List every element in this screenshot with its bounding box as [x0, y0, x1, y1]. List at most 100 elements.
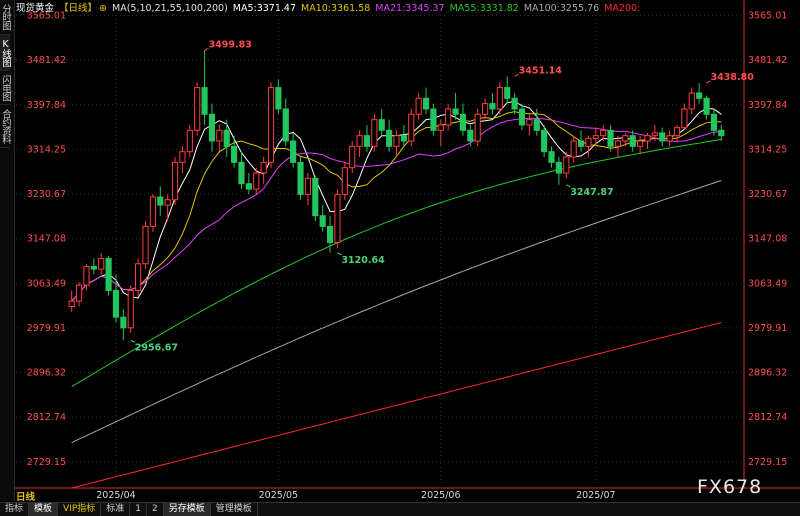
tab-indicator[interactable]: 指标: [0, 503, 29, 516]
y-tick-label-right: 2979.91: [748, 323, 787, 334]
candle: [305, 173, 310, 205]
candle: [438, 120, 443, 147]
candle: [468, 125, 473, 146]
candle: [689, 88, 694, 115]
tab-1[interactable]: 1: [130, 503, 147, 516]
annotation-label: 2956.67: [135, 342, 178, 353]
candlestick-chart[interactable]: 3499.83 2956.67 3451.14 3120.64 3247.87 3438.…: [0, 0, 800, 515]
period-label: 日线: [16, 489, 35, 503]
ma55-value: MA55:3331.82: [450, 3, 519, 14]
candle: [150, 194, 155, 231]
period-tag: 【日线】: [59, 3, 97, 14]
candle: [350, 141, 355, 173]
annotation-label: 3247.87: [570, 187, 613, 198]
candle: [453, 93, 458, 120]
ma-label: MA(5,10,21,55,100,200): [112, 3, 228, 14]
ma21-value: MA21:3345.37: [375, 3, 444, 14]
tab-template[interactable]: 模板: [29, 503, 58, 516]
candle: [136, 258, 141, 295]
candle: [446, 104, 451, 131]
candle: [704, 96, 709, 120]
y-tick-label-left: 2729.15: [27, 457, 66, 468]
candle: [578, 130, 583, 151]
y-tick-label-right: 2812.74: [748, 412, 787, 423]
sidebar-item-contract[interactable]: 合约资料: [0, 105, 10, 148]
x-tick-label: 2025/05: [259, 490, 298, 501]
candle: [232, 136, 237, 168]
candle: [195, 82, 200, 135]
candle: [519, 104, 524, 131]
candle: [291, 133, 296, 168]
settings-icon[interactable]: ⊕: [99, 3, 107, 14]
y-tick-label-right: 3397.84: [748, 100, 787, 111]
annotation-label: 3120.64: [341, 255, 385, 266]
x-tick-label: 2025/07: [576, 490, 615, 501]
annotation-label: 3499.83: [209, 39, 252, 50]
candle: [416, 93, 421, 120]
bottom-toolbar: 指标模板VIP指标标准12另存模板管理模板: [0, 502, 800, 516]
candle: [357, 130, 362, 157]
candle: [313, 176, 318, 221]
sidebar-item-timeshare[interactable]: 分时图: [0, 0, 10, 35]
y-tick-label-left: 3230.67: [27, 189, 66, 200]
candle: [431, 104, 436, 136]
tab-2[interactable]: 2: [147, 503, 164, 516]
ma5-value: MA5:3371.47: [233, 3, 296, 14]
candle: [379, 109, 384, 136]
candle: [298, 157, 303, 200]
candle: [401, 125, 406, 146]
ma100-value: MA100:3255.76: [524, 3, 599, 14]
candle: [239, 152, 244, 189]
y-tick-label-left: 3063.49: [27, 278, 66, 289]
candle: [372, 114, 377, 151]
candle: [593, 128, 598, 147]
save-template-button[interactable]: 另存模板: [164, 503, 211, 516]
fx678-watermark: FX678: [697, 476, 762, 498]
candle: [667, 130, 672, 146]
annotation-label: 3438.80: [711, 72, 755, 83]
y-tick-label-left: 2896.32: [27, 368, 66, 379]
left-sidebar: 分时图 K线图 闪电图 合约资料: [0, 0, 15, 501]
candle: [512, 93, 517, 114]
candle: [143, 221, 148, 269]
candle: [505, 76, 510, 103]
y-tick-label-right: 3481.42: [748, 55, 787, 66]
candle: [76, 282, 81, 306]
candle: [571, 136, 576, 163]
y-tick-label-right: 3147.08: [748, 234, 787, 245]
candle: [172, 157, 177, 205]
manage-template-button[interactable]: 管理模板: [211, 503, 258, 516]
candle: [217, 125, 222, 152]
y-tick-label-left: 3397.84: [27, 100, 66, 111]
instrument-name: 现货黄金: [16, 3, 54, 14]
y-tick-label-left: 3481.42: [27, 55, 66, 66]
candle: [475, 109, 480, 146]
y-tick-label-left: 3147.08: [27, 234, 66, 245]
candle: [113, 274, 118, 322]
candle: [158, 186, 163, 215]
candle: [180, 146, 185, 173]
candle: [586, 136, 591, 157]
chart-header: 现货黄金【日线】⊕ MA(5,10,21,55,100,200) MA5:3371.…: [16, 2, 645, 16]
sidebar-item-flash[interactable]: 闪电图: [0, 71, 10, 106]
candle: [534, 109, 539, 136]
y-tick-label-left: 3314.25: [27, 144, 66, 155]
candle: [165, 194, 170, 221]
candle: [69, 290, 74, 311]
candle: [645, 133, 650, 149]
y-tick-label-right: 3565.01: [748, 11, 787, 22]
ma200-value: MA200:: [604, 3, 640, 14]
x-tick-label: 2025/06: [421, 490, 460, 501]
y-tick-label-left: 2979.91: [27, 323, 66, 334]
tab-vip-indicator[interactable]: VIP指标: [58, 503, 101, 516]
candle: [91, 258, 96, 274]
candle: [283, 98, 288, 146]
candle: [364, 125, 369, 152]
sidebar-item-kline[interactable]: K线图: [0, 35, 10, 71]
candle: [261, 157, 266, 184]
x-tick-label: 2025/04: [96, 490, 135, 501]
y-tick-label-right: 3230.67: [748, 189, 787, 200]
tab-standard[interactable]: 标准: [101, 503, 130, 516]
annotation-label: 3451.14: [519, 65, 563, 76]
candle: [719, 125, 724, 141]
